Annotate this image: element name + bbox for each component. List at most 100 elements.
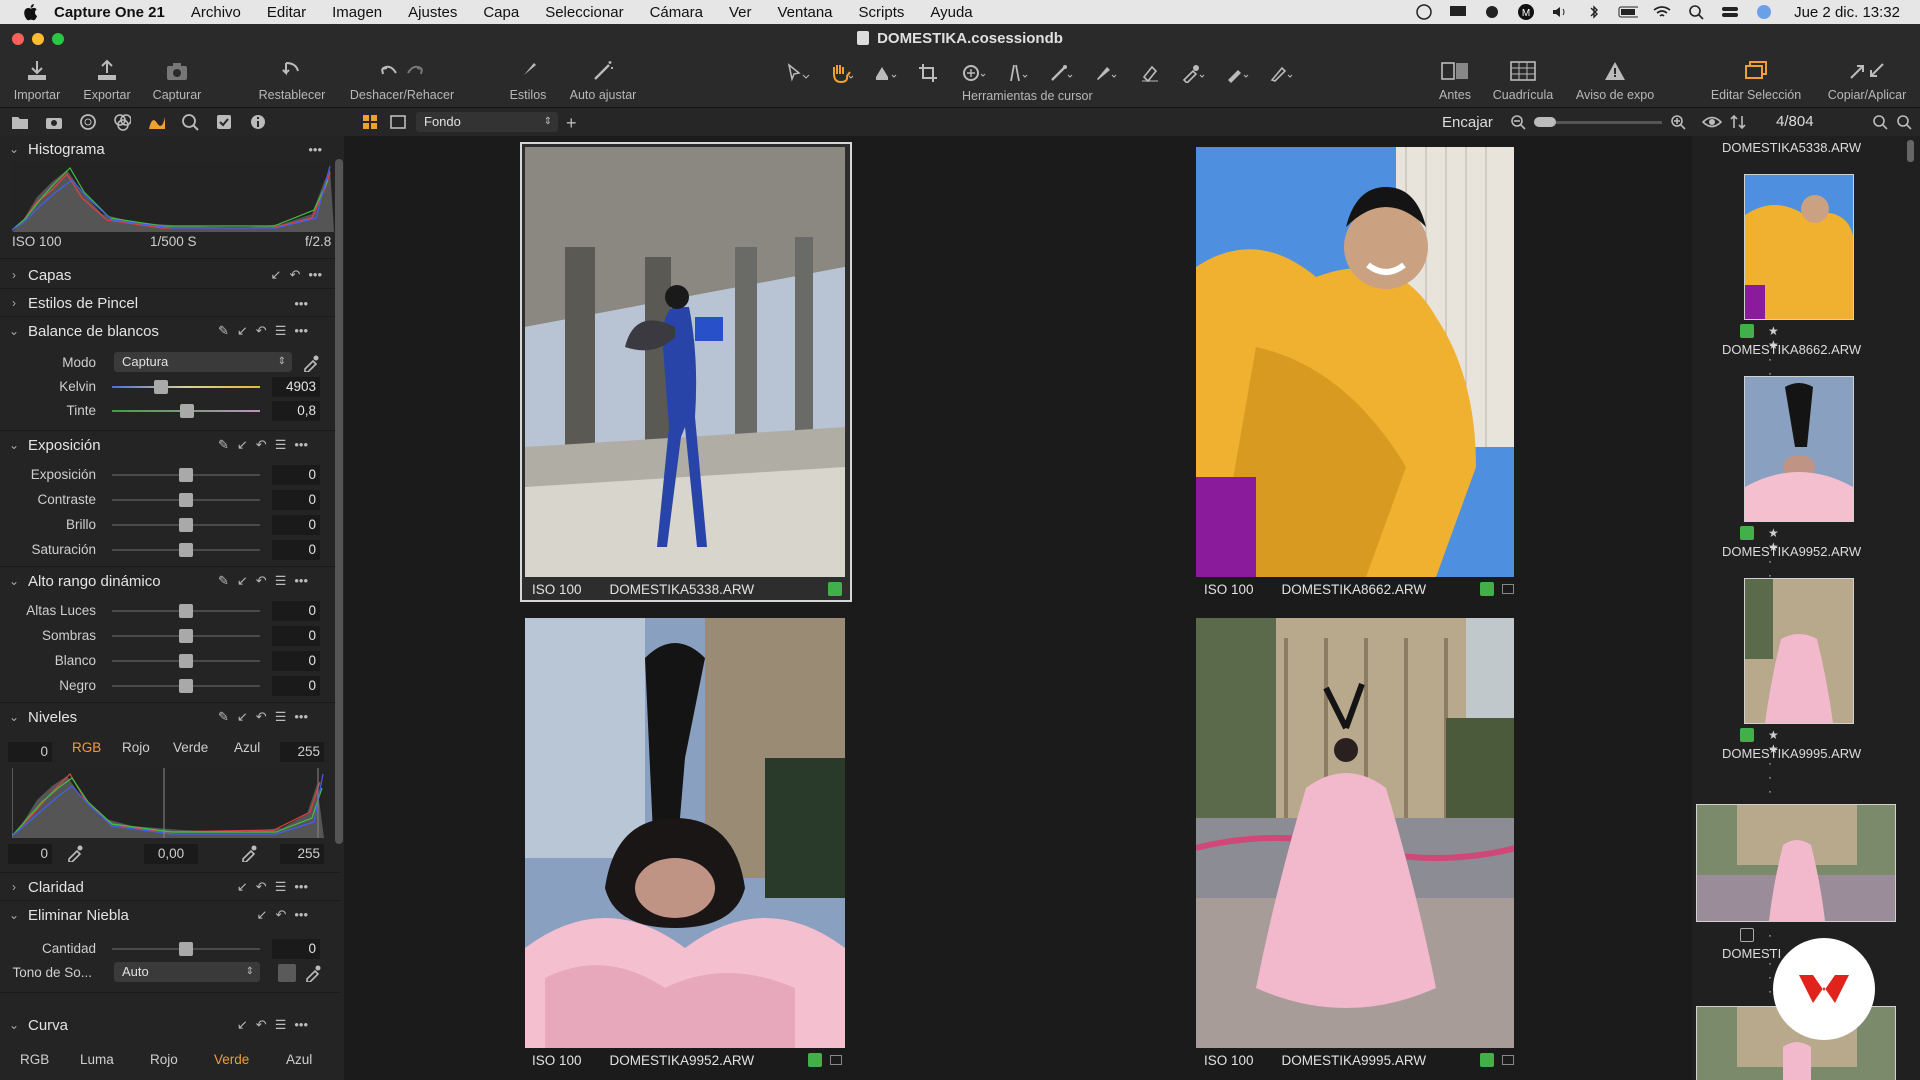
levels-channel-rgb[interactable]: RGB bbox=[72, 740, 101, 755]
exposure-slider[interactable] bbox=[112, 468, 260, 482]
export-button[interactable]: Exportar bbox=[80, 56, 134, 102]
clarity-header[interactable]: › Claridad ↙ ↶ ☰ ••• bbox=[0, 874, 330, 900]
close-window-button[interactable] bbox=[12, 33, 24, 45]
zoom-window-button[interactable] bbox=[52, 33, 64, 45]
undo-icon[interactable]: ↶ bbox=[275, 907, 286, 923]
slider-knob[interactable] bbox=[179, 654, 193, 668]
levels-channel-blue[interactable]: Azul bbox=[234, 740, 260, 755]
adjustments-tab-icon[interactable] bbox=[215, 113, 233, 131]
haze-color-swatch[interactable] bbox=[278, 964, 296, 982]
reset-button[interactable]: Restablecer bbox=[256, 56, 328, 102]
more-options-icon[interactable]: ••• bbox=[294, 437, 308, 453]
background-select[interactable]: Fondo ⇕ bbox=[416, 112, 558, 132]
copy-apply-button[interactable]: Copiar/Aplicar bbox=[1822, 56, 1912, 102]
tint-slider[interactable] bbox=[112, 404, 260, 418]
pointer-tool-icon[interactable] bbox=[783, 60, 813, 86]
edit-selection-button[interactable]: Editar Selección bbox=[1704, 56, 1808, 102]
photo-thumbnail[interactable] bbox=[1196, 147, 1514, 577]
pen-tool-icon[interactable] bbox=[1267, 60, 1297, 86]
photo-thumbnail[interactable] bbox=[1196, 618, 1514, 1048]
zoom-slider[interactable] bbox=[1534, 117, 1662, 127]
brightness-slider[interactable] bbox=[112, 518, 260, 532]
copy-apply-icon[interactable]: ↙ bbox=[237, 709, 248, 725]
levels-channel-green[interactable]: Verde bbox=[173, 740, 208, 755]
levels-channel-red[interactable]: Rojo bbox=[122, 740, 150, 755]
undo-icon[interactable]: ↶ bbox=[256, 1017, 267, 1033]
menu-camara[interactable]: Cámara bbox=[650, 4, 703, 21]
sort-icon[interactable] bbox=[1730, 114, 1746, 133]
creative-cloud-icon[interactable] bbox=[1414, 4, 1434, 20]
green-color-tag[interactable] bbox=[1740, 324, 1754, 338]
list-icon[interactable]: ☰ bbox=[275, 879, 287, 895]
menu-ver[interactable]: Ver bbox=[729, 4, 752, 21]
kelvin-knob[interactable] bbox=[154, 380, 168, 394]
more-options-icon[interactable]: ••• bbox=[308, 142, 322, 157]
zoom-in-icon[interactable] bbox=[1670, 114, 1686, 133]
more-options-icon[interactable]: ••• bbox=[308, 267, 322, 283]
levels-output-high[interactable]: 255 bbox=[280, 844, 324, 864]
menu-archivo[interactable]: Archivo bbox=[191, 4, 241, 21]
tint-knob[interactable] bbox=[180, 404, 194, 418]
wifi-icon[interactable] bbox=[1652, 4, 1672, 20]
copy-apply-icon[interactable]: ↙ bbox=[237, 323, 248, 339]
menu-capa[interactable]: Capa bbox=[483, 4, 519, 21]
picker-icon[interactable]: ✎ bbox=[218, 573, 229, 589]
picker-icon[interactable]: ✎ bbox=[218, 437, 229, 453]
reset-arrow-icon[interactable]: ↙ bbox=[271, 267, 282, 283]
keystone-tool-icon[interactable] bbox=[1003, 60, 1033, 86]
add-icon[interactable]: + bbox=[566, 113, 577, 134]
slider-knob[interactable] bbox=[179, 543, 193, 557]
capture-tab-icon[interactable] bbox=[45, 113, 63, 131]
rotate-tool-icon[interactable] bbox=[959, 60, 989, 86]
grid-view-icon[interactable] bbox=[362, 114, 378, 133]
browser-scrollbar[interactable] bbox=[1907, 140, 1914, 162]
color-picker-tool-icon[interactable] bbox=[1179, 60, 1209, 86]
shadows-slider[interactable] bbox=[112, 629, 260, 643]
curve-channel-rgb[interactable]: RGB bbox=[20, 1052, 49, 1067]
library-tab-icon[interactable] bbox=[11, 113, 29, 131]
more-options-icon[interactable]: ••• bbox=[294, 1017, 308, 1033]
highlights-slider[interactable] bbox=[112, 604, 260, 618]
grid-button[interactable]: Cuadrícula bbox=[1488, 56, 1558, 102]
tool-panel-scrollbar[interactable] bbox=[335, 159, 343, 844]
menu-ayuda[interactable]: Ayuda bbox=[930, 4, 972, 21]
more-options-icon[interactable]: ••• bbox=[294, 323, 308, 339]
kelvin-value[interactable]: 4903 bbox=[272, 377, 320, 397]
single-view-icon[interactable] bbox=[390, 114, 406, 133]
copy-apply-icon[interactable]: ↙ bbox=[237, 1017, 248, 1033]
eyedropper-icon[interactable] bbox=[304, 964, 322, 985]
green-color-tag[interactable] bbox=[1740, 728, 1754, 742]
more-options-icon[interactable]: ••• bbox=[294, 573, 308, 589]
list-icon[interactable]: ☰ bbox=[275, 323, 287, 339]
copy-apply-icon[interactable]: ↙ bbox=[257, 907, 268, 923]
levels-input-high[interactable]: 255 bbox=[280, 742, 324, 762]
menu-ventana[interactable]: Ventana bbox=[777, 4, 832, 21]
more-options-icon[interactable]: ••• bbox=[294, 296, 308, 311]
undo-icon[interactable]: ↶ bbox=[256, 709, 267, 725]
star-rating[interactable]: ★ ★ · · · bbox=[1768, 728, 1779, 798]
dehaze-tone-select[interactable]: Auto ⇕ bbox=[114, 962, 260, 982]
curve-channel-red[interactable]: Rojo bbox=[150, 1052, 178, 1067]
browser-zoom-icon[interactable] bbox=[1896, 114, 1912, 133]
curve-channel-blue[interactable]: Azul bbox=[286, 1052, 312, 1067]
before-button[interactable]: Antes bbox=[1430, 56, 1480, 102]
siri-icon[interactable] bbox=[1754, 4, 1774, 20]
slider-knob[interactable] bbox=[179, 629, 193, 643]
green-color-tag[interactable] bbox=[1740, 526, 1754, 540]
capture-button[interactable]: Capturar bbox=[150, 56, 204, 102]
sync-icon[interactable] bbox=[1482, 4, 1502, 20]
undo-icon[interactable]: ↶ bbox=[256, 573, 267, 589]
levels-input-low[interactable]: 0 bbox=[8, 742, 52, 762]
thumb-frame[interactable] bbox=[1696, 804, 1896, 922]
display-icon[interactable] bbox=[1448, 4, 1468, 20]
slider-knob[interactable] bbox=[179, 468, 193, 482]
list-icon[interactable]: ☰ bbox=[275, 437, 287, 453]
crop-tool-icon[interactable] bbox=[915, 60, 945, 86]
white-slider[interactable] bbox=[112, 654, 260, 668]
menu-scripts[interactable]: Scripts bbox=[859, 4, 905, 21]
copy-apply-icon[interactable]: ↙ bbox=[237, 437, 248, 453]
m-app-icon[interactable]: M bbox=[1516, 4, 1536, 20]
black-eyedropper-icon[interactable] bbox=[66, 844, 84, 865]
wb-mode-select[interactable]: Captura ⇕ bbox=[114, 352, 292, 372]
styles-button[interactable]: Estilos bbox=[506, 56, 550, 102]
